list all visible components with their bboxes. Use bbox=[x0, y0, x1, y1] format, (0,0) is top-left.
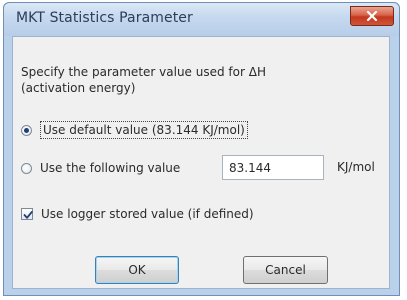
logger-value-option[interactable]: Use logger stored value (if defined) bbox=[21, 204, 254, 224]
default-value-radio[interactable] bbox=[21, 124, 32, 136]
value-input[interactable] bbox=[222, 155, 324, 180]
description-text: Specify the parameter value used for ΔH … bbox=[21, 65, 266, 95]
close-icon bbox=[366, 11, 378, 21]
logger-value-checkbox[interactable] bbox=[21, 208, 33, 220]
logger-value-label[interactable]: Use logger stored value (if defined) bbox=[41, 207, 254, 221]
title-bar[interactable]: MKT Statistics Parameter bbox=[4, 3, 399, 36]
custom-value-radio[interactable] bbox=[21, 162, 32, 174]
close-button[interactable] bbox=[350, 6, 394, 26]
default-value-option[interactable]: Use default value (83.144 KJ/mol) bbox=[21, 119, 248, 141]
default-value-label[interactable]: Use default value (83.144 KJ/mol) bbox=[40, 121, 248, 139]
custom-value-label[interactable]: Use the following value bbox=[40, 161, 180, 175]
window-title: MKT Statistics Parameter bbox=[16, 10, 193, 26]
cancel-button[interactable]: Cancel bbox=[243, 256, 328, 284]
ok-button[interactable]: OK bbox=[95, 256, 179, 284]
dialog-window: MKT Statistics Parameter bbox=[3, 2, 400, 296]
custom-value-option[interactable]: Use the following value bbox=[21, 157, 180, 179]
unit-label: KJ/mol bbox=[337, 160, 375, 174]
